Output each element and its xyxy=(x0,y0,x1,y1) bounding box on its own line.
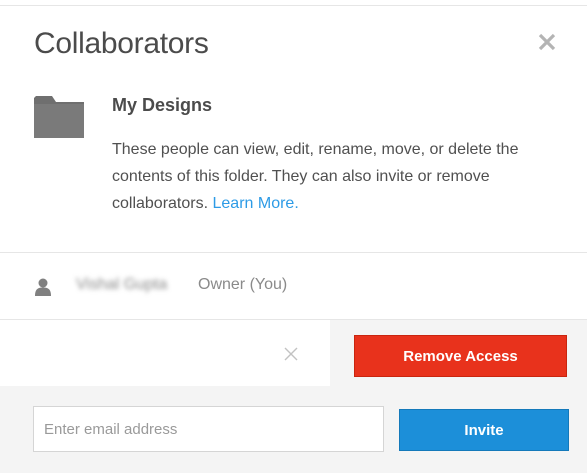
close-icon xyxy=(284,347,298,361)
permissions-text: These people can view, edit, rename, mov… xyxy=(112,141,519,212)
collaborator-name: Vishal Gupta xyxy=(76,276,168,293)
close-dialog-button[interactable] xyxy=(535,30,559,54)
remove-access-button[interactable]: Remove Access xyxy=(354,335,567,377)
divider xyxy=(0,5,587,6)
learn-more-link[interactable]: Learn More. xyxy=(213,195,299,212)
person-icon xyxy=(34,278,52,301)
folder-name: My Designs xyxy=(112,95,213,115)
folder-icon xyxy=(34,96,84,143)
close-icon xyxy=(538,33,556,51)
collaborator-role: Owner (You) xyxy=(198,276,288,293)
cancel-remove-button[interactable] xyxy=(282,345,300,363)
list-item: Vishal Gupta Owner (You) xyxy=(0,253,587,319)
action-row-left xyxy=(0,320,330,386)
dialog-title: Collaborators xyxy=(34,27,209,60)
invite-button[interactable]: Invite xyxy=(399,409,569,451)
email-field[interactable] xyxy=(33,406,384,452)
collaborators-dialog: Collaborators My Designs These people ca… xyxy=(0,0,587,473)
folder-description: These people can view, edit, rename, mov… xyxy=(112,136,532,217)
